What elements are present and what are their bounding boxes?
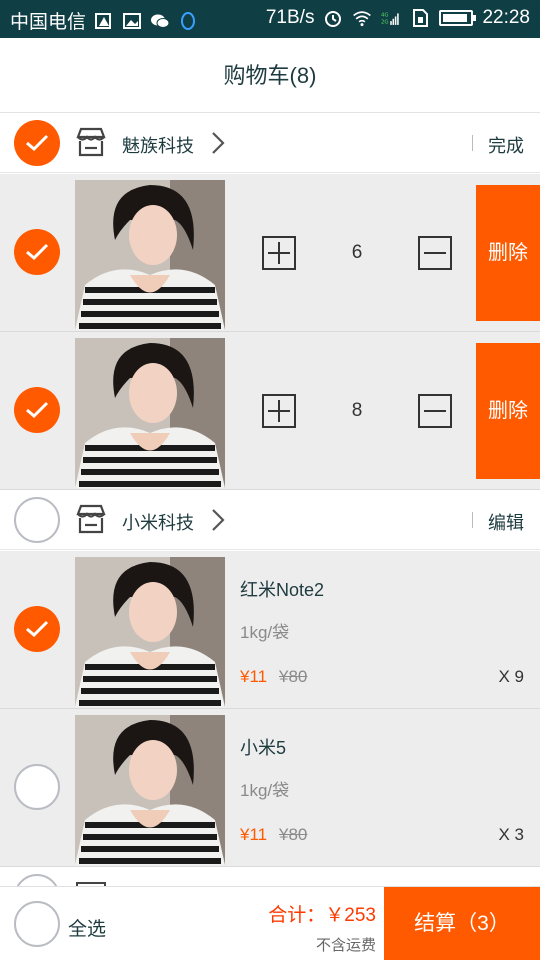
select-all-label[interactable]: 全选 bbox=[68, 914, 106, 941]
warning-icon bbox=[95, 12, 112, 29]
partial-shop-row bbox=[0, 868, 540, 888]
svg-text:2G: 2G bbox=[381, 19, 389, 25]
delete-button[interactable]: 删除 bbox=[476, 185, 540, 321]
product-photo bbox=[75, 715, 225, 865]
product-original-price: ¥80 bbox=[279, 825, 308, 844]
shipping-note: 不含运费 bbox=[315, 937, 376, 954]
divider bbox=[472, 512, 473, 528]
shop-checkbox[interactable] bbox=[14, 497, 60, 543]
product-photo bbox=[75, 557, 225, 707]
product-name: 小米5 bbox=[240, 738, 287, 758]
product-price: ¥11 bbox=[240, 667, 268, 686]
page-title: 购物车(8) bbox=[223, 63, 317, 88]
signal-icon: 4G2G bbox=[381, 12, 400, 25]
product-spec: 1kg/袋 bbox=[240, 623, 290, 642]
sim-icon bbox=[413, 9, 429, 27]
product-count: X 9 bbox=[498, 667, 524, 686]
increase-quantity-button[interactable] bbox=[262, 236, 296, 270]
product-name: 红米Note2 bbox=[240, 580, 325, 600]
product-image[interactable] bbox=[75, 715, 225, 865]
shop-edit-button[interactable]: 编辑 bbox=[488, 509, 524, 535]
wifi-icon bbox=[353, 11, 372, 27]
item-checkbox[interactable] bbox=[14, 606, 60, 652]
image-icon bbox=[123, 12, 142, 29]
product-image[interactable] bbox=[75, 557, 225, 707]
quantity-value: 6 bbox=[351, 242, 363, 263]
decrease-quantity-button[interactable] bbox=[418, 394, 452, 428]
svg-text:4G: 4G bbox=[381, 12, 389, 18]
item-checkbox[interactable] bbox=[14, 764, 60, 810]
product-photo bbox=[75, 338, 225, 488]
checkout-button[interactable]: 结算（3） bbox=[384, 887, 540, 960]
store-icon bbox=[76, 504, 106, 534]
product-photo bbox=[75, 180, 225, 330]
decrease-quantity-button[interactable] bbox=[418, 236, 452, 270]
chevron-right-icon[interactable] bbox=[210, 507, 226, 533]
checkout-bar: 全选 合计：￥253 不含运费 结算（3） bbox=[0, 886, 540, 960]
clock-time: 22:28 bbox=[482, 7, 530, 28]
network-speed: 71B/s bbox=[265, 7, 315, 28]
carrier-label: 中国电信 bbox=[10, 12, 87, 33]
product-image[interactable] bbox=[75, 180, 225, 330]
cart-item-row[interactable]: 小米5 1kg/袋 ¥11 ¥80 X 3 bbox=[0, 709, 540, 867]
checkmark-icon bbox=[26, 620, 49, 638]
shop-name[interactable]: 魅族科技 bbox=[122, 132, 194, 158]
cart-item-row: 6 删除 bbox=[0, 174, 540, 332]
increase-quantity-button[interactable] bbox=[262, 394, 296, 428]
shop-edit-done-button[interactable]: 完成 bbox=[488, 132, 524, 158]
shop-header-meizu: 魅族科技 完成 bbox=[0, 113, 540, 173]
chevron-right-icon[interactable] bbox=[210, 130, 226, 156]
status-bar: 中国电信 71B/s 4G 2G 22:28 bbox=[0, 0, 540, 38]
battery-icon bbox=[439, 10, 477, 26]
quantity-value: 8 bbox=[351, 400, 363, 421]
cart-item-row: 8 删除 bbox=[0, 332, 540, 490]
divider bbox=[472, 135, 473, 151]
product-spec: 1kg/袋 bbox=[240, 781, 290, 800]
checkmark-icon bbox=[26, 134, 49, 152]
checkmark-icon bbox=[26, 401, 49, 419]
product-count: X 3 bbox=[498, 825, 524, 844]
alarm-icon bbox=[325, 11, 342, 27]
shop-checkbox[interactable] bbox=[14, 120, 60, 166]
item-checkbox[interactable] bbox=[14, 387, 60, 433]
total-price: 合计：￥253 bbox=[268, 905, 376, 926]
store-icon bbox=[76, 127, 106, 157]
checkmark-icon bbox=[26, 243, 49, 261]
cart-item-row[interactable]: 红米Note2 1kg/袋 ¥11 ¥80 X 9 bbox=[0, 551, 540, 709]
title-bar: 购物车(8) bbox=[0, 38, 540, 113]
product-original-price: ¥80 bbox=[279, 667, 308, 686]
delete-button[interactable]: 删除 bbox=[476, 343, 540, 479]
shop-header-xiaomi: 小米科技 编辑 bbox=[0, 490, 540, 550]
product-image[interactable] bbox=[75, 338, 225, 488]
shop-name[interactable]: 小米科技 bbox=[122, 509, 194, 535]
product-price: ¥11 bbox=[240, 825, 268, 844]
qq-icon bbox=[181, 11, 196, 30]
wechat-icon bbox=[151, 14, 170, 28]
select-all-checkbox[interactable] bbox=[14, 901, 60, 947]
item-checkbox[interactable] bbox=[14, 229, 60, 275]
